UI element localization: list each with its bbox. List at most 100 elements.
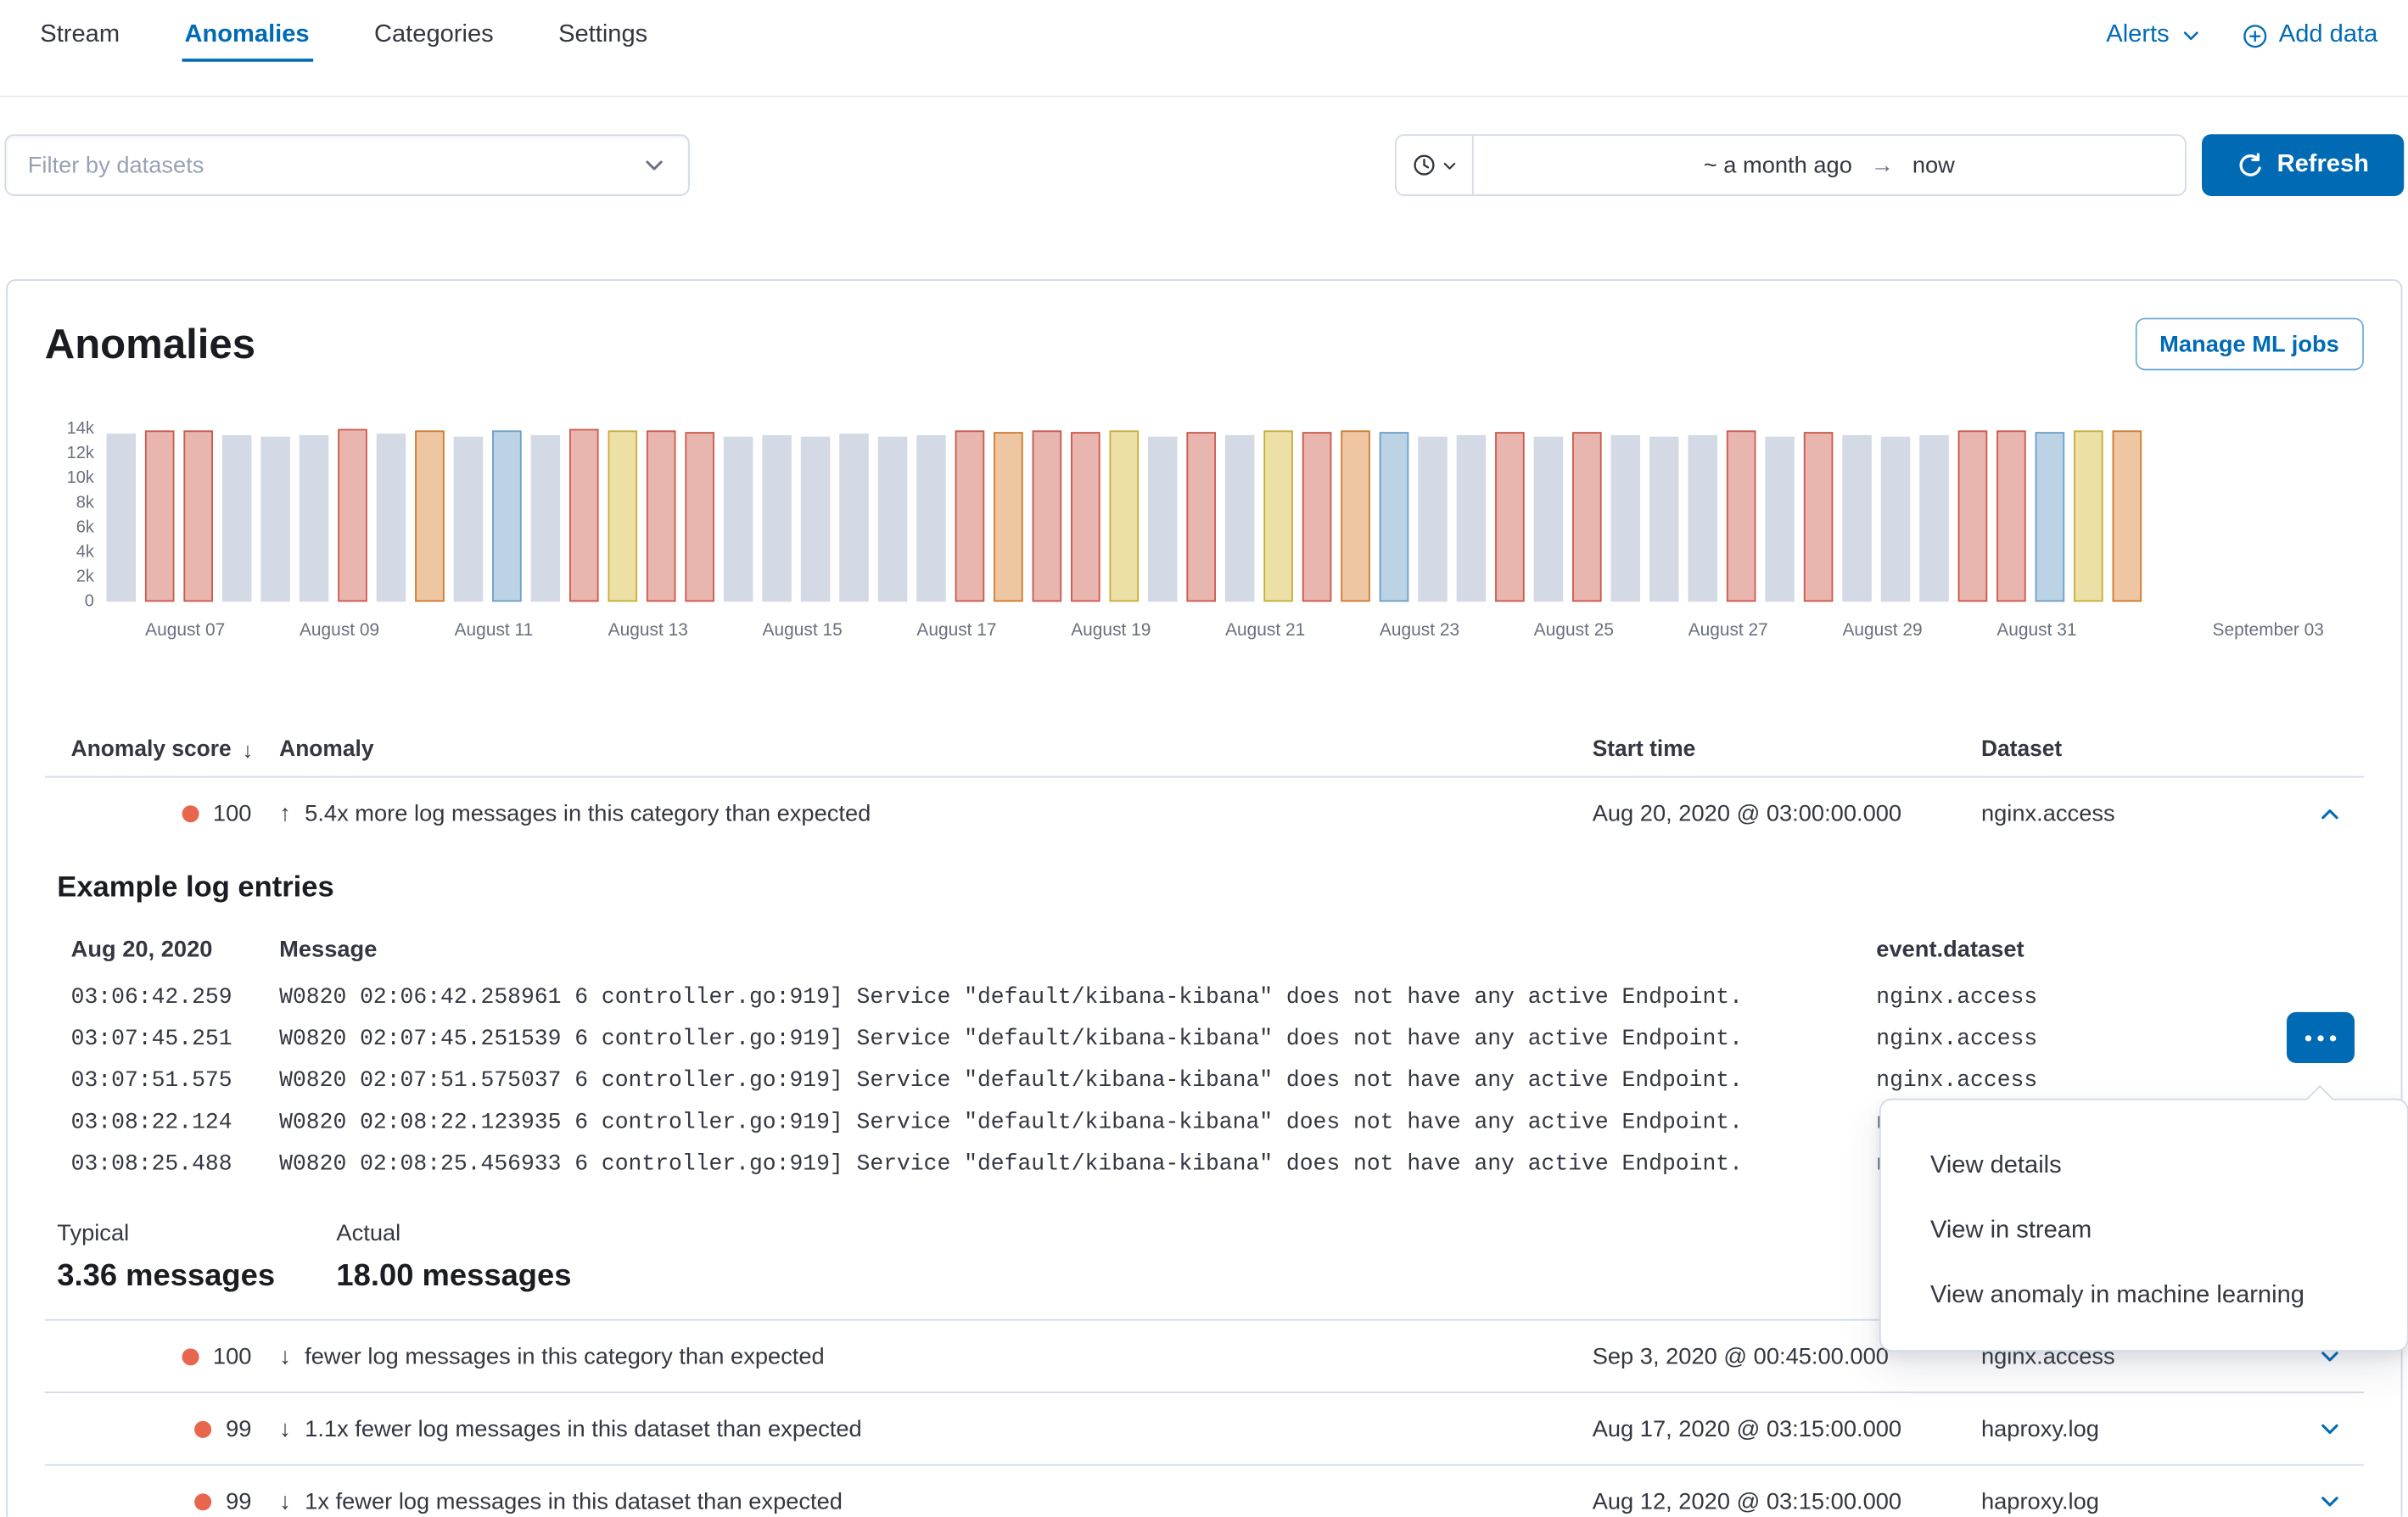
log-message: W0820 02:07:45.251539 6 controller.go:91… (279, 1020, 1876, 1061)
menu-item-view-anomaly-in-ml[interactable]: View anomaly in machine learning (1881, 1263, 2407, 1328)
chart-bar[interactable] (1688, 435, 1717, 602)
chart-bar[interactable] (762, 435, 792, 602)
menu-item-view-in-stream[interactable]: View in stream (1881, 1199, 2407, 1263)
chart-bar[interactable] (300, 435, 329, 602)
end-date-button[interactable]: now (1912, 152, 1955, 178)
alerts-menu-button[interactable]: Alerts (2106, 21, 2202, 49)
chart-bar[interactable] (569, 429, 599, 602)
chart-bar[interactable] (724, 436, 753, 602)
chart-bar[interactable] (1611, 435, 1641, 602)
chart-bar[interactable] (260, 436, 290, 602)
chart-bar[interactable] (801, 436, 831, 602)
chart-bar[interactable] (1148, 436, 1178, 602)
manage-ml-jobs-button[interactable]: Manage ML jobs (2135, 318, 2364, 371)
chevron-down-icon (1441, 157, 1458, 174)
nav-actions: Alerts Add data (2106, 9, 2377, 62)
chart-bar[interactable] (1804, 431, 1834, 602)
arrow-down-icon: ↓ (279, 1415, 291, 1441)
chart-bar[interactable] (1186, 431, 1216, 602)
chart-bar[interactable] (1572, 431, 1602, 602)
chart-bars (106, 429, 2328, 602)
chart-bar[interactable] (106, 434, 136, 602)
chart-bar[interactable] (1727, 430, 1756, 602)
chart-bar[interactable] (1302, 431, 1332, 602)
log-entry-actions-button[interactable] (2287, 1012, 2355, 1063)
y-tick-label: 0 (85, 592, 94, 611)
chart-bar[interactable] (1919, 435, 1949, 602)
add-data-button[interactable]: Add data (2242, 21, 2377, 49)
chart-bar[interactable] (1380, 431, 1409, 602)
tab-stream[interactable]: Stream (37, 9, 123, 62)
chart-bar[interactable] (1765, 436, 1795, 602)
log-time: 03:07:51.575 (71, 1061, 279, 1103)
chart-bar[interactable] (1534, 436, 1564, 602)
chart-bar[interactable] (1457, 435, 1487, 602)
start-date-button[interactable]: ~ a month ago (1704, 152, 1852, 178)
column-header-anomaly-score[interactable]: Anomaly score ↓ (71, 736, 279, 761)
chart-bar[interactable] (1881, 436, 1911, 602)
chart-bar[interactable] (1842, 435, 1872, 602)
severity-dot (182, 1347, 199, 1364)
y-tick-label: 8k (76, 494, 94, 512)
alerts-label: Alerts (2106, 21, 2169, 49)
chart-bar[interactable] (2036, 431, 2065, 602)
chart-bar[interactable] (1418, 436, 1448, 602)
refresh-button[interactable]: Refresh (2202, 134, 2404, 196)
chart-bar[interactable] (878, 436, 908, 602)
chart-bar[interactable] (145, 430, 175, 602)
chart-bar[interactable] (1958, 430, 1988, 602)
log-entry-row: 03:07:51.575 W0820 02:07:51.575037 6 con… (45, 1061, 2364, 1103)
chart-bar[interactable] (377, 434, 406, 602)
chart-bar[interactable] (1649, 436, 1679, 602)
chart-bar[interactable] (183, 430, 213, 602)
chart-bar[interactable] (1071, 431, 1100, 602)
chart-bar[interactable] (1263, 430, 1293, 602)
chart-bar[interactable] (222, 435, 252, 602)
chart-bar[interactable] (1033, 430, 1062, 602)
x-tick-label: August 15 (763, 622, 843, 641)
log-entry-context-menu: View details View in stream View anomaly… (1879, 1099, 2408, 1352)
anomaly-cell: ↓ fewer log messages in this category th… (279, 1343, 1593, 1369)
chart-bar[interactable] (685, 431, 714, 602)
sort-desc-icon: ↓ (242, 736, 253, 761)
chart-bar[interactable] (1495, 431, 1525, 602)
chart-bar[interactable] (916, 435, 946, 602)
chart-bar[interactable] (955, 430, 985, 602)
tab-anomalies[interactable]: Anomalies (182, 9, 312, 62)
typical-stat: Typical 3.36 messages (57, 1220, 336, 1294)
x-tick-label: August 07 (145, 622, 225, 641)
anomaly-row-2[interactable]: 99 ↓ 1.1x fewer log messages in this dat… (45, 1393, 2364, 1465)
dataset-filter-select[interactable]: Filter by datasets (4, 134, 689, 196)
chart-bar[interactable] (338, 429, 367, 602)
chart-bar[interactable] (454, 436, 484, 602)
quick-select-time-button[interactable] (1397, 136, 1474, 194)
menu-item-view-details[interactable]: View details (1881, 1134, 2407, 1199)
chart-bar[interactable] (2113, 430, 2142, 602)
chart-bar[interactable] (608, 430, 637, 602)
arrow-right-icon: → (1871, 152, 1894, 178)
expand-row-button[interactable] (2308, 1407, 2351, 1450)
anomaly-row-0[interactable]: 100 ↑ 5.4x more log messages in this cat… (45, 778, 2364, 850)
tab-categories[interactable]: Categories (371, 9, 496, 62)
chart-bar[interactable] (415, 430, 445, 602)
chart-bar[interactable] (1341, 430, 1370, 602)
anomaly-message: fewer log messages in this category than… (305, 1343, 825, 1369)
anomaly-score-cell: 99 (71, 1488, 279, 1514)
chart-bar[interactable] (1996, 430, 2026, 602)
chart-bar[interactable] (2074, 430, 2103, 602)
chart-bar[interactable] (647, 430, 676, 602)
expand-row-button[interactable] (2308, 1480, 2351, 1517)
collapse-row-button[interactable] (2308, 792, 2351, 836)
log-message: W0820 02:08:25.456933 6 controller.go:91… (279, 1145, 1876, 1186)
chart-bar[interactable] (1225, 435, 1255, 602)
anomaly-row-3[interactable]: 99 ↓ 1x fewer log messages in this datas… (45, 1466, 2364, 1517)
chart-bar[interactable] (492, 430, 522, 602)
severity-dot (182, 805, 199, 822)
chart-bar[interactable] (839, 434, 869, 602)
chart-bar[interactable] (994, 431, 1023, 602)
tab-settings[interactable]: Settings (555, 9, 650, 62)
y-tick-label: 14k (67, 420, 94, 439)
chart-bar[interactable] (531, 435, 561, 602)
chart-bar[interactable] (1110, 430, 1140, 602)
start-time-cell: Aug 12, 2020 @ 03:15:00.000 (1593, 1488, 1981, 1514)
